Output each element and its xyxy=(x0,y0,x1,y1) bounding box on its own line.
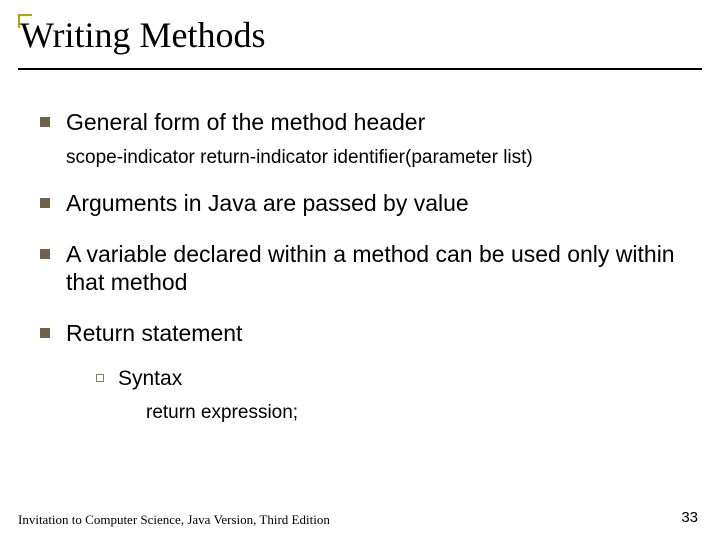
slide: Writing Methods General form of the meth… xyxy=(0,0,720,540)
bullet-icon xyxy=(40,198,50,208)
bullet-icon xyxy=(40,328,50,338)
bullet-text: A variable declared within a method can … xyxy=(66,240,684,298)
nested-subtext: return expression; xyxy=(146,402,684,424)
title-underline xyxy=(18,68,702,70)
bullet-icon xyxy=(40,117,50,127)
bullet-text: Arguments in Java are passed by value xyxy=(66,189,469,218)
title-accent-corner xyxy=(18,14,32,28)
nested-bullet-group: Syntax return expression; xyxy=(96,366,684,424)
bullet-item: General form of the method header xyxy=(40,108,684,137)
bullet-text: General form of the method header xyxy=(66,108,425,137)
nested-bullet-text: Syntax xyxy=(118,366,182,392)
bullet-subtext: scope-indicator return-indicator identif… xyxy=(66,147,684,169)
bullet-text: Return statement xyxy=(66,319,242,348)
nested-bullet-item: Syntax xyxy=(96,366,684,392)
bullet-item: A variable declared within a method can … xyxy=(40,240,684,298)
bullet-item: Return statement xyxy=(40,319,684,348)
bullet-icon xyxy=(40,249,50,259)
footer-text: Invitation to Computer Science, Java Ver… xyxy=(18,512,330,528)
nested-bullet-icon xyxy=(96,374,104,382)
content-area: General form of the method header scope-… xyxy=(40,108,684,434)
page-number: 33 xyxy=(681,509,698,526)
title-area: Writing Methods xyxy=(18,14,702,56)
bullet-item: Arguments in Java are passed by value xyxy=(40,189,684,218)
slide-title: Writing Methods xyxy=(18,14,702,56)
